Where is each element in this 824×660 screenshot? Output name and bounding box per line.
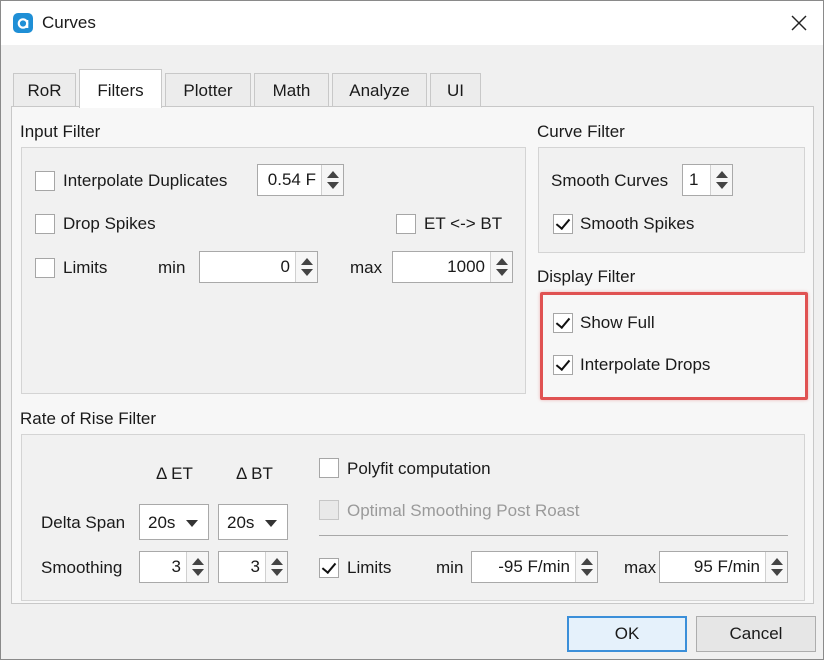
spin-up-icon[interactable] [271,558,283,565]
tab-ui[interactable]: UI [430,73,481,107]
spin-down-icon[interactable] [327,182,339,189]
input-min-spinbox[interactable]: 0 [199,251,318,283]
input-max-spinbox[interactable]: 1000 [392,251,513,283]
spin-up-icon[interactable] [716,171,728,178]
close-button[interactable] [781,7,817,39]
smoothing-bt-spinbox[interactable]: 3 [218,551,288,583]
input-max-label: max [350,258,383,277]
input-limits-label: Limits [63,258,108,277]
highlight-box [540,292,808,400]
ror-min-spinbox[interactable]: -95 F/min [471,551,598,583]
tab-analyze[interactable]: Analyze [332,73,427,107]
delta-span-et-value: 20s [148,513,176,532]
smooth-spikes-checkbox[interactable] [553,214,573,234]
drop-spikes-label: Drop Spikes [63,214,156,233]
ror-min-value: -95 F/min [498,557,570,576]
et-bt-checkbox[interactable] [396,214,416,234]
interpolate-duplicates-spinbox[interactable]: 0.54 F [257,164,344,196]
smooth-curves-spinbox[interactable]: 1 [682,164,733,196]
input-min-value: 0 [280,257,290,276]
spin-down-icon[interactable] [716,182,728,189]
spin-up-icon[interactable] [192,558,204,565]
input-limits-checkbox[interactable] [35,258,55,278]
spin-up-icon[interactable] [496,258,508,265]
spin-down-icon[interactable] [496,269,508,276]
spin-up-icon[interactable] [581,558,593,565]
spin-down-icon[interactable] [301,269,313,276]
window-title: Curves [42,13,96,32]
chevron-down-icon [265,520,277,527]
ror-min-label: min [436,558,464,577]
tab-math[interactable]: Math [254,73,329,107]
spin-down-icon[interactable] [581,569,593,576]
title-bar: Curves [1,1,823,45]
smooth-spikes-label: Smooth Spikes [580,214,695,233]
smoothing-et-spinbox[interactable]: 3 [139,551,209,583]
spin-down-icon[interactable] [771,569,783,576]
interpolate-duplicates-label: Interpolate Duplicates [63,171,228,190]
smooth-curves-label: Smooth Curves [551,171,669,190]
delta-span-label: Delta Span [41,513,126,532]
curve-filter-label: Curve Filter [537,122,625,141]
spin-up-icon[interactable] [327,171,339,178]
interpolate-duplicates-checkbox[interactable] [35,171,55,191]
delta-span-bt-value: 20s [227,513,255,532]
chevron-down-icon [186,520,198,527]
ror-limits-label: Limits [347,558,392,577]
spin-down-icon[interactable] [192,569,204,576]
smoothing-bt-value: 3 [250,557,260,576]
interpolate-duplicates-value: 0.54 F [267,170,316,189]
drop-spikes-checkbox[interactable] [35,214,55,234]
optimal-smoothing-label: Optimal Smoothing Post Roast [347,501,580,520]
smoothing-label: Smoothing [41,558,123,577]
smooth-curves-value: 1 [689,170,699,189]
spin-up-icon[interactable] [771,558,783,565]
et-bt-label: ET <-> BT [424,214,503,233]
delta-et-header: Δ ET [156,464,193,483]
ror-filter-label: Rate of Rise Filter [20,409,157,428]
ror-max-label: max [624,558,657,577]
divider [319,535,788,536]
input-filter-label: Input Filter [20,122,101,141]
spin-up-icon[interactable] [301,258,313,265]
spin-down-icon[interactable] [271,569,283,576]
curve-filter-group [538,147,805,253]
input-min-label: min [158,258,186,277]
app-logo-icon [13,13,33,33]
polyfit-label: Polyfit computation [347,459,491,478]
close-icon [791,15,807,31]
delta-span-bt-select[interactable]: 20s [218,504,288,540]
curves-dialog: Curves RoR Filters Plotter Math Analyze … [0,0,824,660]
tab-ror[interactable]: RoR [13,73,76,107]
smoothing-et-value: 3 [171,557,181,576]
ok-button[interactable]: OK [567,616,687,652]
display-filter-label: Display Filter [537,267,636,286]
cancel-button[interactable]: Cancel [696,616,816,652]
tab-filters[interactable]: Filters [79,69,162,108]
delta-span-et-select[interactable]: 20s [139,504,209,540]
polyfit-checkbox[interactable] [319,458,339,478]
ror-max-value: 95 F/min [693,557,760,576]
ror-limits-checkbox[interactable] [319,558,339,578]
optimal-smoothing-checkbox[interactable] [319,500,339,520]
delta-bt-header: Δ BT [236,464,273,483]
ror-max-spinbox[interactable]: 95 F/min [659,551,788,583]
input-max-value: 1000 [447,257,485,276]
tab-plotter[interactable]: Plotter [165,73,251,107]
